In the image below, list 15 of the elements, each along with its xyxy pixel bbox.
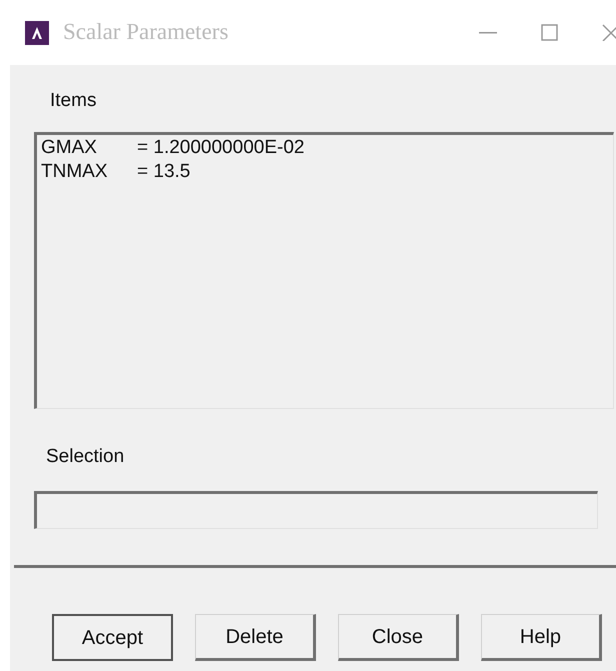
minimize-icon[interactable] bbox=[479, 30, 497, 34]
selection-field[interactable] bbox=[34, 491, 598, 529]
dialog-button[interactable]: Delete bbox=[195, 614, 316, 661]
maximize-icon[interactable] bbox=[541, 24, 558, 41]
list-item[interactable]: TNMAX = 13.5 bbox=[41, 160, 609, 184]
window-title: Scalar Parameters bbox=[63, 18, 228, 46]
items-list[interactable]: GMAX = 1.200000000E-02 TNMAX = 13.5 bbox=[34, 132, 614, 408]
dialog-button[interactable]: Close bbox=[338, 614, 459, 661]
selection-label: Selection bbox=[46, 444, 126, 468]
dialog-button[interactable]: Accept bbox=[52, 614, 173, 661]
app-logo-icon bbox=[25, 20, 49, 44]
close-icon[interactable] bbox=[602, 24, 616, 41]
dialog-button[interactable]: Help bbox=[481, 614, 602, 661]
list-item[interactable]: GMAX = 1.200000000E-02 bbox=[41, 136, 609, 160]
items-label: Items bbox=[50, 89, 98, 113]
